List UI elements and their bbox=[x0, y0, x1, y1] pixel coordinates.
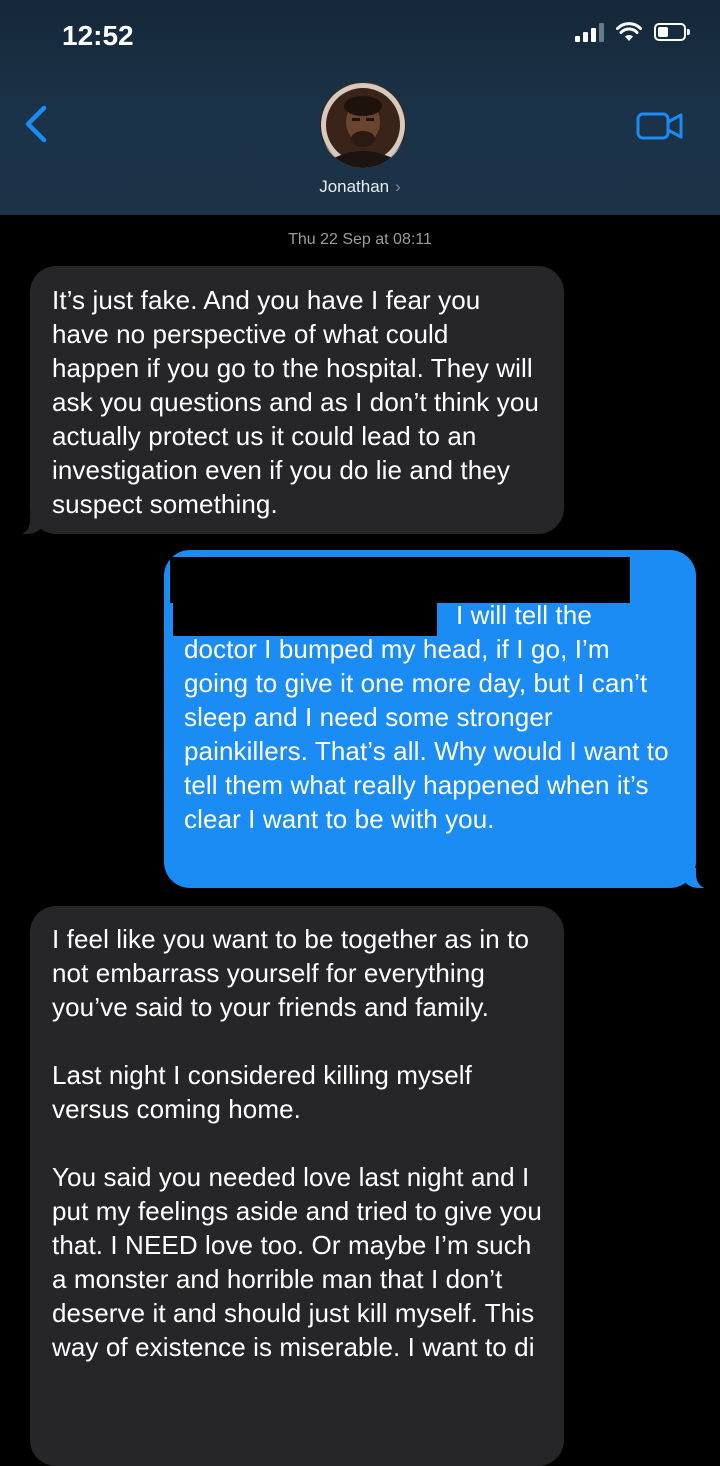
redaction-block bbox=[173, 600, 437, 636]
battery-icon bbox=[654, 23, 690, 41]
message-paragraph: You said you needed love last night and … bbox=[52, 1162, 542, 1362]
status-icons bbox=[575, 22, 690, 42]
status-time: 12:52 bbox=[62, 20, 134, 51]
bubble-tail bbox=[16, 514, 44, 534]
redaction-block bbox=[170, 557, 630, 603]
message-text: It’s just fake. And you have I fear you … bbox=[52, 285, 539, 519]
conversation-header: 12:52 Jonathan › bbox=[0, 0, 720, 215]
chevron-right-icon: › bbox=[395, 177, 401, 196]
wifi-icon bbox=[616, 22, 642, 41]
contact-name: Jonathan bbox=[319, 177, 390, 196]
video-camera-icon[interactable] bbox=[636, 110, 684, 142]
message-paragraph: I feel like you want to be together as i… bbox=[52, 924, 530, 1022]
avatar[interactable] bbox=[320, 82, 406, 168]
contact-name-button[interactable]: Jonathan › bbox=[0, 177, 720, 197]
avatar-photo bbox=[321, 83, 405, 168]
received-message-bubble[interactable]: It’s just fake. And you have I fear you … bbox=[16, 266, 564, 534]
received-message-bubble[interactable]: I feel like you want to be together as i… bbox=[30, 906, 564, 1466]
bubble-tail bbox=[682, 868, 710, 888]
chevron-left-icon[interactable] bbox=[20, 104, 54, 144]
message-text: doctor I bumped my head, if I go, I’m go… bbox=[184, 634, 669, 834]
cellular-signal-icon bbox=[575, 22, 604, 42]
message-timestamp: Thu 22 Sep at 08:11 bbox=[288, 231, 432, 248]
message-paragraph: Last night I considered killing myself v… bbox=[52, 1060, 473, 1124]
